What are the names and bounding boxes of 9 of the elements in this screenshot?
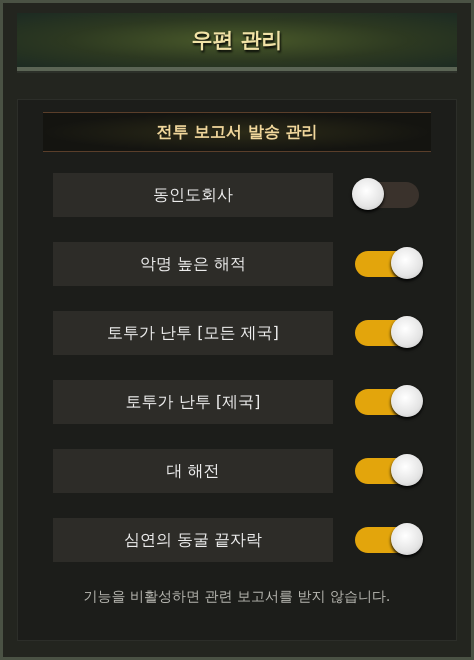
window-title: 우편 관리 xyxy=(191,27,283,54)
setting-label: 토투가 난투 [제국] xyxy=(53,380,333,424)
setting-label: 토투가 난투 [모든 제국] xyxy=(53,311,333,355)
setting-label: 대 해전 xyxy=(53,449,333,493)
section-title: 전투 보고서 발송 관리 xyxy=(156,122,318,142)
setting-label: 동인도회사 xyxy=(53,173,333,217)
footer-note: 기능을 비활성하면 관련 보고서를 받지 않습니다. xyxy=(82,588,392,606)
setting-label: 심연의 동굴 끝자락 xyxy=(53,518,333,562)
setting-label: 악명 높은 해적 xyxy=(53,242,333,286)
